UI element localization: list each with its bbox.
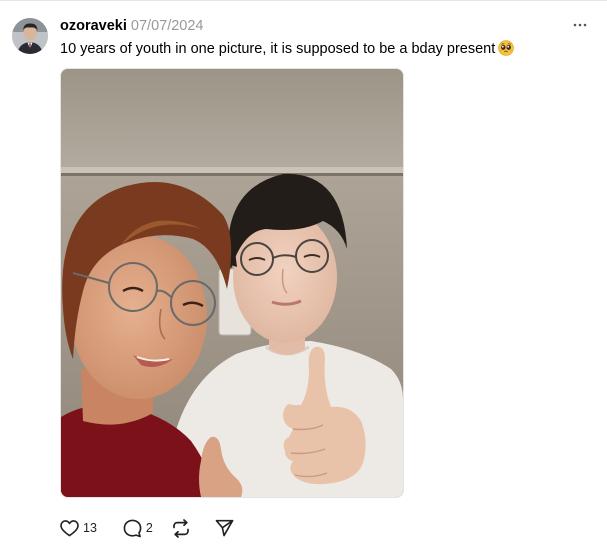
avatar[interactable] — [12, 18, 48, 54]
heart-icon — [60, 519, 79, 536]
avatar-image — [12, 18, 48, 54]
comment-count: 2 — [145, 521, 153, 535]
photo-illustration — [61, 69, 403, 497]
more-horizontal-icon — [573, 23, 587, 27]
repost-icon — [173, 518, 189, 538]
comment-bubble-icon — [123, 519, 142, 537]
repost-button[interactable] — [171, 518, 191, 538]
post-actions: 13 2 — [60, 517, 234, 539]
like-button[interactable]: 13 — [60, 519, 97, 537]
share-button[interactable] — [215, 519, 234, 537]
post-card: ozoraveki 07/07/2024 10 years of youth in… — [0, 0, 607, 549]
post-date[interactable]: 07/07/2024 — [131, 18, 204, 34]
comment-button[interactable]: 2 — [123, 519, 153, 538]
caption-text: 10 years of youth in one picture, it is … — [60, 41, 496, 57]
pleading-face-emoji — [498, 40, 515, 56]
more-options-button[interactable] — [571, 16, 589, 34]
like-count: 13 — [83, 521, 97, 535]
post-header: ozoraveki 07/07/2024 — [60, 17, 203, 35]
post-caption: 10 years of youth in one picture, it is … — [60, 40, 515, 59]
post-photo[interactable] — [60, 68, 404, 498]
username[interactable]: ozoraveki — [60, 18, 127, 34]
send-icon — [215, 519, 234, 537]
